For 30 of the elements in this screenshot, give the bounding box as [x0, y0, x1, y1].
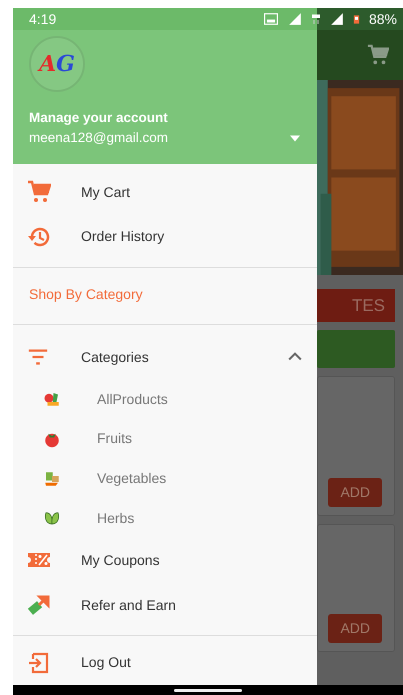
battery-text: 88% — [368, 10, 397, 28]
category-toggle[interactable]: Categories — [13, 334, 317, 380]
logout-icon — [27, 650, 51, 675]
signal-icon — [330, 12, 344, 26]
category-item[interactable]: Herbs — [13, 498, 317, 538]
menu-item[interactable]: My Cart — [13, 170, 317, 215]
menu-item[interactable]: My Coupons — [13, 538, 317, 583]
account-title: Manage your account — [29, 108, 169, 127]
history-icon — [27, 224, 51, 249]
signal-icon — [288, 12, 302, 26]
menu-item[interactable]: Refer and Earn — [13, 582, 317, 628]
add-button[interactable]: ADD — [328, 614, 382, 643]
money-arrow-icon — [27, 593, 51, 618]
menu-item[interactable]: Log Out — [13, 640, 317, 685]
menu-item[interactable]: Order History — [13, 214, 317, 260]
home-indicator[interactable] — [174, 688, 242, 692]
category-item[interactable]: Vegetables — [13, 458, 317, 498]
volte-icon — [262, 12, 280, 26]
cart-icon — [27, 180, 51, 204]
cart-icon — [367, 44, 389, 66]
add-button[interactable]: ADD — [328, 478, 382, 507]
logo-text: AG — [29, 36, 85, 92]
vegetables-icon — [43, 470, 61, 488]
section-heading: Shop By Category — [28, 284, 144, 304]
clock-text: 4:19 — [29, 10, 56, 28]
category-item[interactable]: Fruits — [13, 419, 317, 459]
produce-icon — [43, 390, 61, 408]
banner-button[interactable]: TES — [317, 289, 395, 322]
email-text: meena128@gmail.com — [29, 128, 168, 147]
category-item[interactable]: AllProducts — [13, 379, 317, 420]
